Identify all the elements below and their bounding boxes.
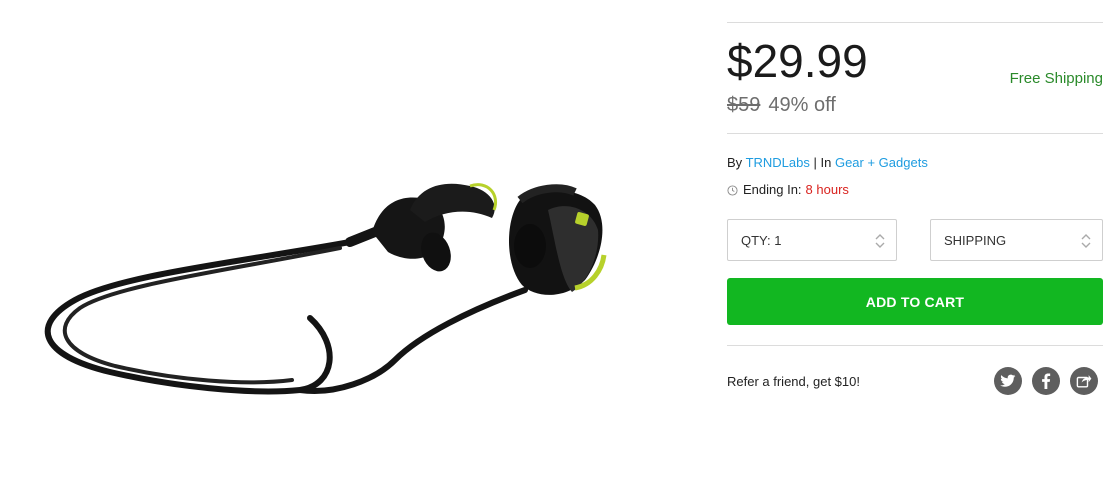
by-label: By xyxy=(727,155,743,170)
shipping-select[interactable]: SHIPPING xyxy=(930,219,1103,261)
shipping-select-label: SHIPPING xyxy=(944,233,1007,248)
original-price-row: $59 49% off xyxy=(727,93,836,117)
byline-separator: | xyxy=(813,155,817,170)
facebook-icon xyxy=(1042,373,1051,389)
select-arrows-icon xyxy=(1081,234,1091,248)
original-price: $59 xyxy=(727,94,761,116)
ending-row: Ending In: 8 hours xyxy=(727,182,849,198)
add-to-cart-button[interactable]: ADD TO CART xyxy=(727,278,1103,325)
facebook-share-button[interactable] xyxy=(1032,367,1060,395)
actions-divider xyxy=(727,345,1103,346)
twitter-share-button[interactable] xyxy=(994,367,1022,395)
select-arrows-icon xyxy=(875,234,885,248)
byline: By TRNDLabs | In Gear + Gadgets xyxy=(727,155,928,171)
refer-friend-link[interactable]: Refer a friend, get $10! xyxy=(727,374,860,390)
sale-price: $29.99 xyxy=(727,35,868,87)
top-divider xyxy=(727,22,1103,23)
share-button[interactable] xyxy=(1070,367,1098,395)
product-image xyxy=(44,183,607,395)
quantity-select[interactable]: QTY: 1 xyxy=(727,219,897,261)
ending-value: 8 hours xyxy=(805,182,849,197)
clock-icon xyxy=(727,184,738,196)
product-purchase-panel: $29.99 $59 49% off Free Shipping By TRNDL… xyxy=(727,0,1103,482)
ending-label: Ending In: xyxy=(743,182,802,197)
discount-label: 49% off xyxy=(768,94,836,116)
twitter-icon xyxy=(1000,374,1016,387)
category-link[interactable]: Gear + Gadgets xyxy=(835,155,928,170)
in-label: In xyxy=(820,155,832,170)
price-divider xyxy=(727,133,1103,134)
quantity-select-label: QTY: 1 xyxy=(741,233,782,248)
free-shipping-label: Free Shipping xyxy=(1009,70,1103,87)
brand-link[interactable]: TRNDLabs xyxy=(746,155,810,170)
share-icon xyxy=(1076,375,1092,388)
